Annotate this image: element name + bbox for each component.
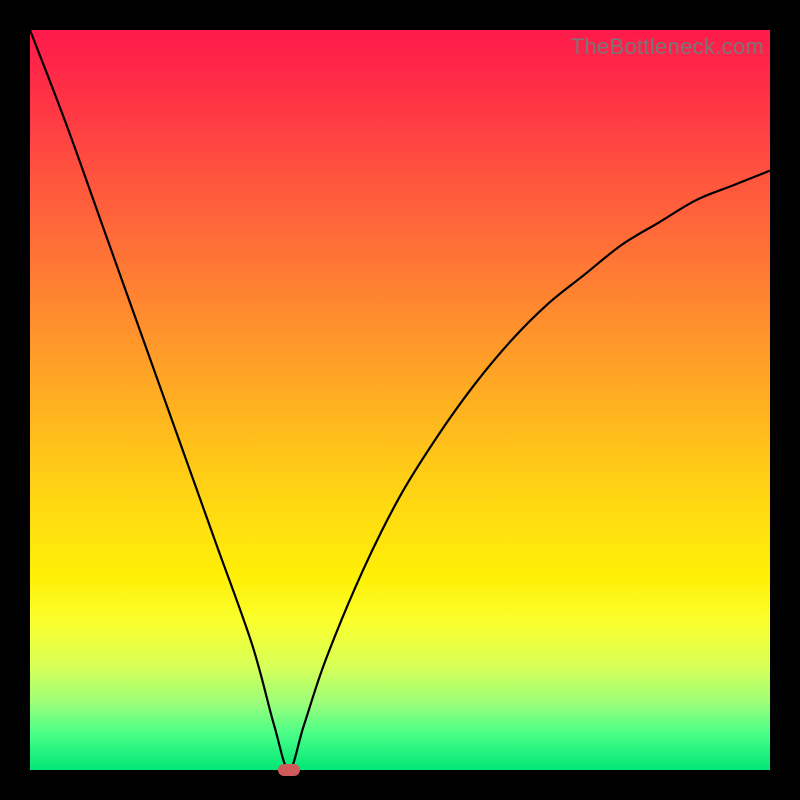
min-marker	[278, 764, 300, 776]
chart-frame: TheBottleneck.com	[0, 0, 800, 800]
curve-path	[30, 30, 770, 770]
plot-area: TheBottleneck.com	[30, 30, 770, 770]
bottleneck-curve	[30, 30, 770, 770]
